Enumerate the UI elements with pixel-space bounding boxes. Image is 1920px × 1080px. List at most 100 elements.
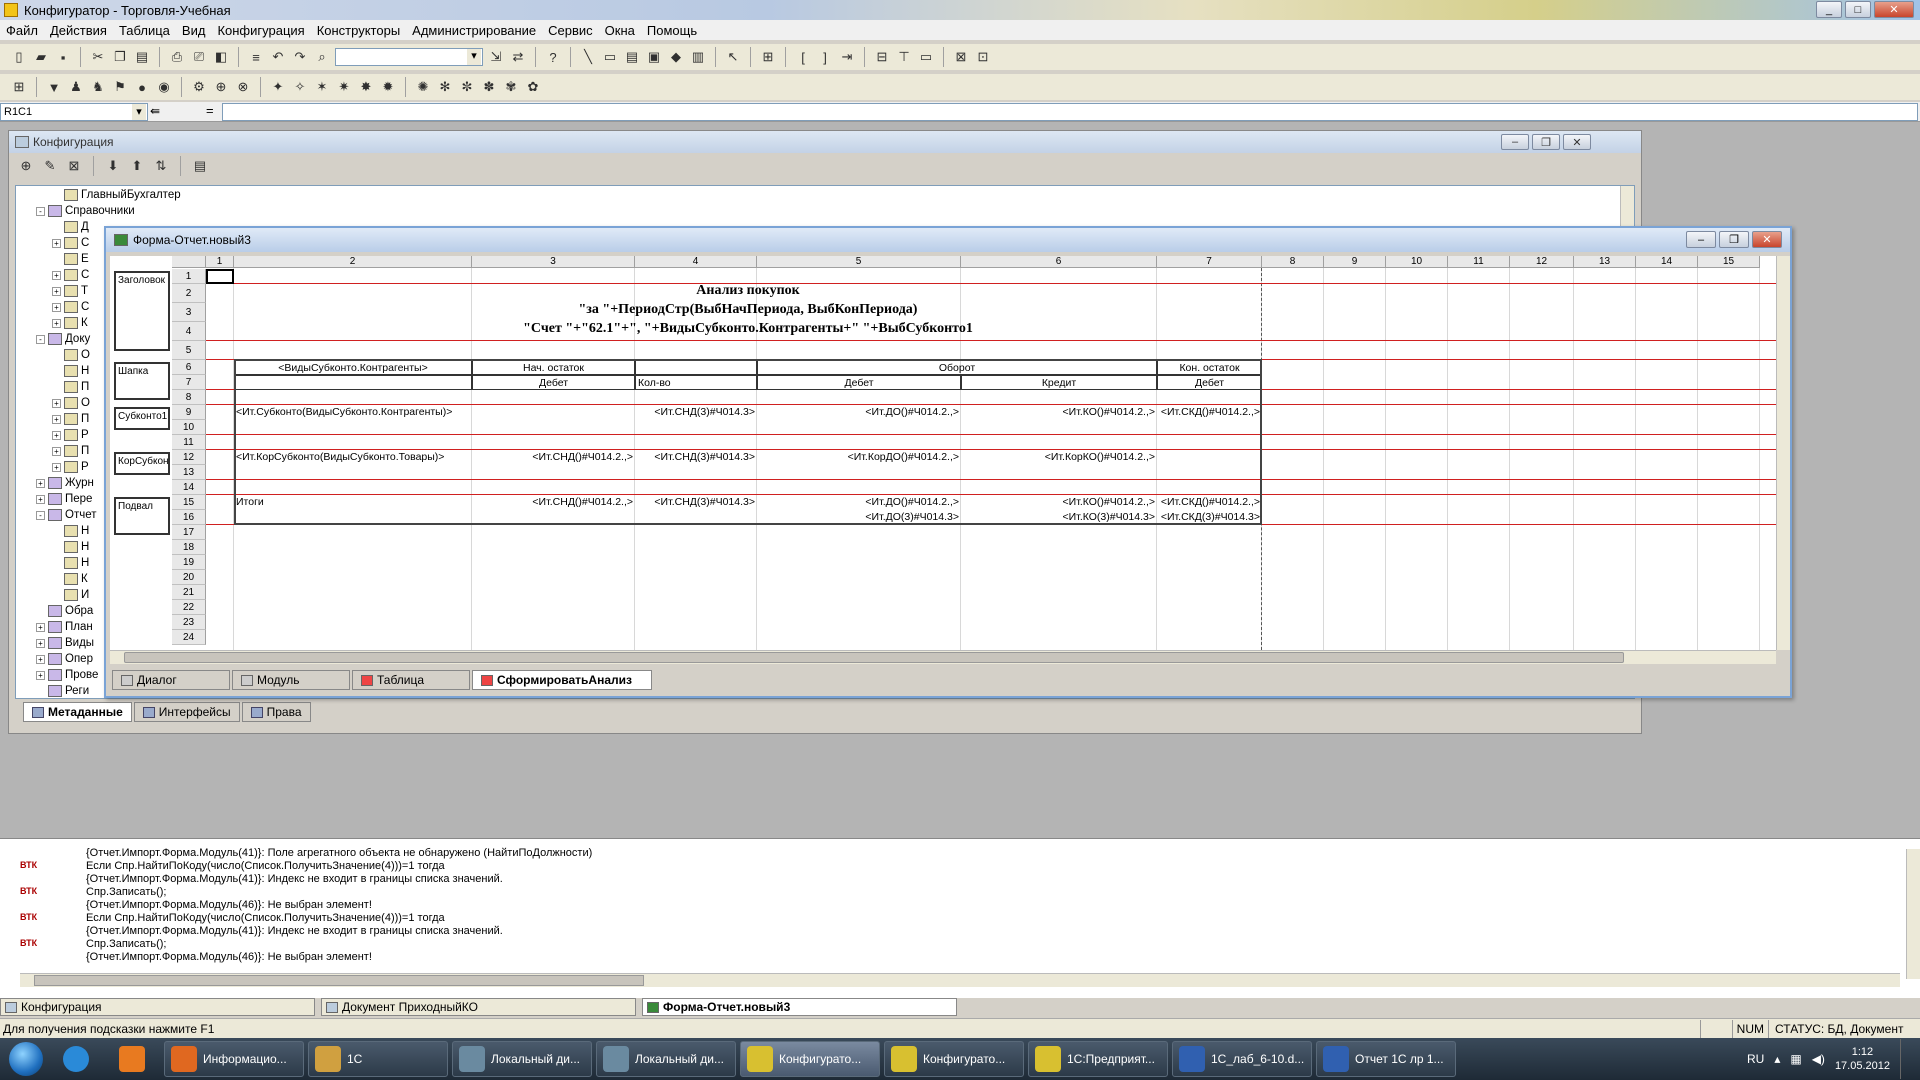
log-vscroll[interactable] [1906,849,1920,979]
taskbar-task[interactable]: Отчет 1С лр 1... [1316,1041,1456,1077]
report-cell[interactable]: "за "+ПериодСтр(ВыбНачПериода, ВыбКонПер… [234,303,1262,322]
load-config-icon[interactable]: ▼ [45,78,63,96]
row-header[interactable]: 21 [172,585,206,600]
log-hscroll[interactable] [20,973,1900,987]
wizard-6-icon[interactable]: ✹ [379,78,397,96]
text-tool-icon[interactable]: ▤ [623,48,641,66]
row-header[interactable]: 7 [172,375,206,390]
column-header[interactable]: 2 [234,256,472,268]
section-label[interactable]: Шапка [114,362,170,400]
menu-item-7[interactable]: Сервис [548,23,593,38]
debug-icon[interactable]: ● [133,78,151,96]
cancel-edit-icon[interactable]: ⇚ [150,104,160,118]
row-header[interactable]: 8 [172,390,206,405]
replace-icon[interactable]: ⇄ [509,48,527,66]
new-icon[interactable]: ▯ [10,48,28,66]
ie-pinned[interactable] [52,1041,100,1077]
row-header[interactable]: 13 [172,465,206,480]
find-icon[interactable]: ⌕ [313,48,331,66]
taskbar-task[interactable]: 1С [308,1041,448,1077]
row-header[interactable]: 4 [172,322,206,341]
wizard-3-icon[interactable]: ✶ [313,78,331,96]
form-tab-3[interactable]: СформироватьАнализ [472,670,652,690]
taskbar-task[interactable]: 1С_лаб_6-10.d... [1172,1041,1312,1077]
row-header[interactable]: 2 [172,284,206,303]
expand-toggle-icon[interactable]: + [52,286,61,296]
section-label[interactable]: КорСубкон [114,452,170,475]
column-header[interactable]: 10 [1386,256,1448,268]
column-header[interactable]: 14 [1636,256,1698,268]
print-preview-icon[interactable]: ⎚ [190,48,208,66]
config-tab-0[interactable]: Метаданные [23,702,132,722]
show-desktop-button[interactable] [1900,1039,1912,1079]
row-header[interactable]: 22 [172,600,206,615]
row-header[interactable]: 11 [172,435,206,450]
properties-icon[interactable]: ▤ [191,157,209,175]
row-header[interactable]: 23 [172,615,206,630]
expand-toggle-icon[interactable]: + [36,638,45,648]
wizard-9-icon[interactable]: ✼ [458,78,476,96]
column-header[interactable]: 15 [1698,256,1760,268]
expand-toggle-icon[interactable]: + [52,398,61,408]
menu-item-2[interactable]: Таблица [119,23,170,38]
expand-toggle-icon[interactable]: + [36,478,45,488]
start-button[interactable] [0,1039,52,1079]
row-header[interactable]: 18 [172,540,206,555]
media-pinned[interactable] [108,1041,156,1077]
split-icon[interactable]: ⊡ [974,48,992,66]
selected-cell[interactable] [206,269,234,284]
row-header[interactable]: 15 [172,495,206,510]
redo-icon[interactable]: ↷ [291,48,309,66]
column-header[interactable]: 6 [961,256,1157,268]
paste-icon[interactable]: ▤ [133,48,151,66]
users-icon[interactable]: ♟ [67,78,85,96]
row-header[interactable]: 24 [172,630,206,645]
expand-toggle-icon[interactable]: - [36,334,45,344]
line-tool-icon[interactable]: ╲ [579,48,597,66]
log-line[interactable]: {Отчет.Импорт.Форма.Модуль(41)}: Индекс … [0,925,1920,938]
tray-network-icon[interactable]: ▦ [1790,1052,1801,1066]
tree-item[interactable]: ГлавныйБухгалтер [16,187,1634,203]
log-line[interactable]: {Отчет.Импорт.Форма.Модуль(46)}: Не выбр… [0,899,1920,912]
report-cell[interactable]: "Счет "+"62.1"+", "+ВидыСубконто.Контраг… [234,322,1262,341]
log-line[interactable]: Если Спр.НайтиПоКоду(число(Список.Получи… [0,860,1920,873]
column-header[interactable]: 8 [1262,256,1324,268]
find-next-icon[interactable]: ⇲ [487,48,505,66]
monitor-icon[interactable]: ⊕ [212,78,230,96]
ruler-icon[interactable]: ▭ [917,48,935,66]
formula-input[interactable] [222,103,1918,121]
window-tab-2[interactable]: Форма-Отчет.новый3 [642,998,957,1016]
menu-item-0[interactable]: Файл [6,23,38,38]
menu-item-3[interactable]: Вид [182,23,206,38]
column-header[interactable]: 11 [1448,256,1510,268]
taskbar-task[interactable]: Локальный ди... [452,1041,592,1077]
wizard-7-icon[interactable]: ✺ [414,78,432,96]
backup-icon[interactable]: ⊗ [234,78,252,96]
row-header[interactable]: 19 [172,555,206,570]
save-icon[interactable]: ▪ [54,48,72,66]
column-header[interactable]: 7 [1157,256,1262,268]
config-tree-icon[interactable]: ⊞ [10,78,28,96]
expand-toggle-icon[interactable]: + [36,654,45,664]
expand-toggle-icon[interactable]: + [52,270,61,280]
menu-item-4[interactable]: Конфигурация [217,23,304,38]
clock[interactable]: 1:12 17.05.2012 [1835,1045,1890,1073]
log-line[interactable]: Если Спр.НайтиПоКоду(число(Список.Получи… [0,912,1920,925]
table-props-icon[interactable]: ⊞ [759,48,777,66]
expand-toggle-icon[interactable]: + [36,670,45,680]
expand-toggle-icon[interactable]: + [52,318,61,328]
rect-tool-icon[interactable]: ▭ [601,48,619,66]
expand-toggle-icon[interactable]: + [36,494,45,504]
spell-icon[interactable]: ◧ [212,48,230,66]
syntax-icon[interactable]: ⚑ [111,78,129,96]
section-label[interactable]: Субконто1 [114,407,170,430]
column-header[interactable]: 4 [635,256,757,268]
window-tab-1[interactable]: Документ ПриходныйКО [321,998,636,1016]
log-line[interactable]: Спр.Записать(); [0,886,1920,899]
row-header[interactable]: 20 [172,570,206,585]
form-tab-0[interactable]: Диалог [112,670,230,690]
window-tab-0[interactable]: Конфигурация [0,998,315,1016]
column-header[interactable]: 12 [1510,256,1574,268]
chart-tool-icon[interactable]: ▥ [689,48,707,66]
copy-icon[interactable]: ❐ [111,48,129,66]
